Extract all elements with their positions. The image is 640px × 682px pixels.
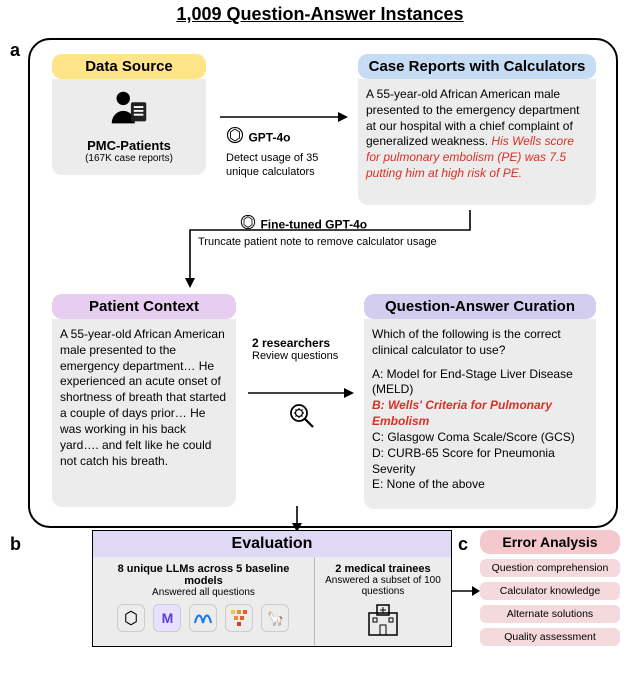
- gpt1-task: Detect usage of 35 unique calculators: [226, 152, 336, 180]
- mistral-icon: [225, 604, 253, 632]
- person-document-icon: [106, 85, 152, 136]
- gpt2-block: Fine-tuned GPT-4o: [240, 214, 367, 235]
- case-reports-heading: Case Reports with Calculators: [358, 54, 596, 79]
- data-source-heading: Data Source: [52, 54, 206, 79]
- error-analysis-box: Error Analysis Question comprehension Ca…: [480, 530, 620, 651]
- eval-llms-sub: Answered all questions: [101, 587, 306, 598]
- model-icons-row: M 🦙: [101, 604, 306, 632]
- qa-curation-heading: Question-Answer Curation: [364, 294, 596, 319]
- gpt1-name: GPT-4o: [248, 131, 290, 145]
- eval-humans-title: 2 medical trainees: [323, 563, 443, 575]
- openai-icon: [117, 604, 145, 632]
- panel-a-frame: Data Source PMC-Patients (167K case repo…: [28, 38, 618, 528]
- gpt-knot-icon: [240, 214, 256, 235]
- eval-humans-sub: Answered a subset of 100 questions: [323, 575, 443, 597]
- qa-option-b: B: Wells' Criteria for Pulmonary Embolis…: [372, 398, 588, 430]
- qa-option-c: C: Glasgow Coma Scale/Score (GCS): [372, 430, 588, 446]
- llama-icon: 🦙: [261, 604, 289, 632]
- err-item-2: Alternate solutions: [480, 605, 620, 623]
- arrow-to-error: [452, 584, 480, 603]
- eval-llms-title: 8 unique LLMs across 5 baseline models: [101, 563, 306, 587]
- patient-context-body: A 55-year-old African American male pres…: [52, 319, 236, 507]
- evaluation-box: Evaluation 8 unique LLMs across 5 baseli…: [92, 530, 452, 647]
- gpt2-name: Fine-tuned GPT-4o: [260, 218, 367, 232]
- panel-label-a: a: [10, 40, 20, 61]
- evaluation-heading: Evaluation: [93, 531, 451, 557]
- review-who: 2 researchers: [252, 336, 352, 350]
- err-item-0: Question comprehension: [480, 559, 620, 577]
- qa-question: Which of the following is the correct cl…: [372, 327, 588, 359]
- err-item-1: Calculator knowledge: [480, 582, 620, 600]
- meta-icon: [189, 604, 217, 632]
- gpt2-task: Truncate patient note to remove calculat…: [198, 236, 437, 250]
- gpt-knot-icon: [226, 126, 244, 149]
- patient-context-box: Patient Context A 55-year-old African Am…: [44, 288, 244, 508]
- qa-option-d: D: CURB-65 Score for Pneumonia Severity: [372, 446, 588, 478]
- panel-label-b: b: [10, 534, 21, 555]
- data-source-name: PMC-Patients: [58, 138, 200, 153]
- page-title: 1,009 Question-Answer Instances: [0, 0, 640, 25]
- patient-context-heading: Patient Context: [52, 294, 236, 319]
- case-reports-box: Case Reports with Calculators A 55-year-…: [350, 48, 604, 206]
- hospital-icon: [363, 603, 403, 640]
- review-block: 2 researchers Review questions: [252, 336, 352, 437]
- error-analysis-heading: Error Analysis: [480, 530, 620, 554]
- qa-curation-box: Question-Answer Curation Which of the fo…: [356, 288, 604, 510]
- err-item-3: Quality assessment: [480, 628, 620, 646]
- m-chart-icon: M: [153, 604, 181, 632]
- panel-label-c: c: [458, 534, 468, 555]
- qa-option-a: A: Model for End-Stage Liver Disease (ME…: [372, 367, 588, 399]
- data-source-sub: (167K case reports): [58, 153, 200, 164]
- data-source-box: Data Source PMC-Patients (167K case repo…: [44, 48, 214, 176]
- gpt1-block: GPT-4o Detect usage of 35 unique calcula…: [226, 126, 336, 180]
- magnify-gear-icon: [286, 400, 318, 437]
- review-task: Review questions: [252, 350, 352, 364]
- qa-option-e: E: None of the above: [372, 477, 588, 493]
